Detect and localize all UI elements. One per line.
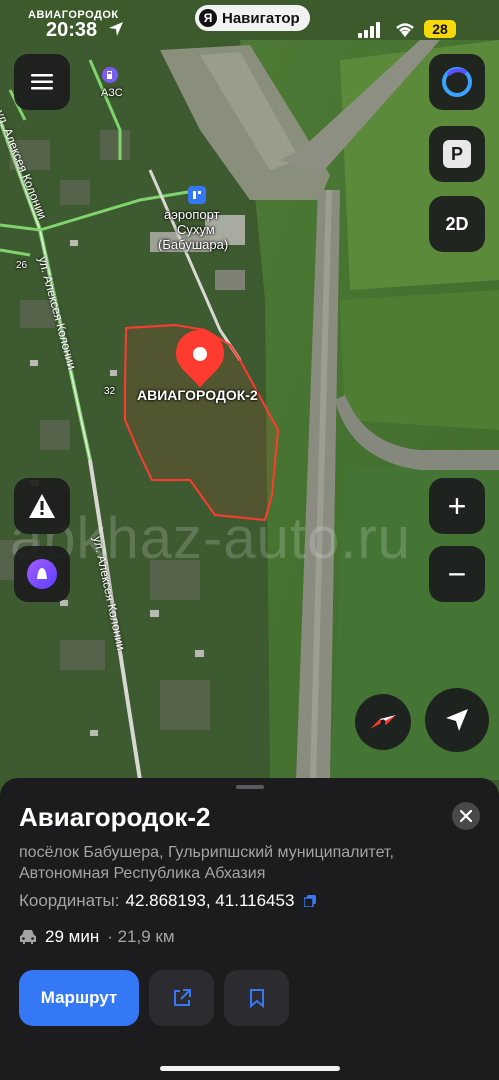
- alice-ring-icon: [442, 67, 472, 97]
- status-bar: АВИАГОРОДОК 20:38 Я Навигатор 28: [0, 0, 499, 50]
- coordinates-value[interactable]: 42.868193, 41.116453: [126, 891, 295, 911]
- yandex-logo-icon: Я: [199, 9, 217, 27]
- signal-icon: [358, 22, 380, 38]
- road-events-button[interactable]: [14, 478, 70, 534]
- alice-voice-button[interactable]: [14, 546, 70, 602]
- location-arrow-icon: [109, 22, 123, 36]
- wifi-icon: [396, 23, 414, 37]
- house-number: 26: [16, 260, 28, 271]
- close-button[interactable]: [452, 802, 480, 830]
- battery-indicator: 28: [424, 20, 456, 38]
- alice-assistant-button[interactable]: [429, 54, 485, 110]
- fuel-icon: [107, 71, 112, 79]
- airport-label-line2: Сухум: [177, 222, 215, 237]
- status-time: 20:38: [46, 19, 98, 41]
- minus-icon: −: [447, 556, 467, 592]
- my-location-button[interactable]: [425, 688, 489, 752]
- share-button[interactable]: [149, 970, 214, 1026]
- airport-icon: [193, 191, 201, 199]
- warning-triangle-icon: [29, 494, 55, 518]
- place-card-sheet[interactable]: Авиагородок-2 посёлок Бабушера, Гульрипш…: [0, 778, 499, 1080]
- zoom-in-button[interactable]: +: [429, 478, 485, 534]
- selected-place-label: АВИАГОРОДОК-2: [137, 387, 258, 403]
- house-number: 32: [104, 386, 116, 397]
- alice-icon: [27, 559, 57, 589]
- compass-button[interactable]: [355, 694, 411, 750]
- sheet-drag-handle[interactable]: [236, 785, 264, 789]
- selected-place-pin[interactable]: [174, 328, 226, 392]
- app-pill-label: Навигатор: [222, 9, 300, 27]
- airport-label-line1: аэропорт: [164, 207, 220, 222]
- eta-time: 29 мин: [45, 927, 100, 946]
- place-address: посёлок Бабушера, Гульрипшский муниципал…: [19, 844, 394, 882]
- view-mode-button[interactable]: 2D: [429, 196, 485, 252]
- home-indicator: [160, 1066, 340, 1071]
- eta-row: 29 мин · 21,9 км: [19, 927, 175, 947]
- car-icon: [20, 930, 36, 944]
- compass-icon: [370, 715, 396, 729]
- airport-poi[interactable]: [188, 186, 206, 204]
- share-external-icon: [173, 989, 191, 1006]
- back-to-app-pill[interactable]: Я Навигатор: [195, 5, 310, 31]
- copy-icon[interactable]: [304, 895, 317, 907]
- airport-label-line3: (Бабушара): [158, 237, 229, 252]
- zoom-out-button[interactable]: −: [429, 546, 485, 602]
- bookmark-icon: [249, 989, 264, 1008]
- parking-button[interactable]: P: [429, 126, 485, 182]
- gas-station-label: АЗС: [101, 87, 123, 99]
- hamburger-menu-icon: [31, 74, 53, 90]
- map-pin-icon: [176, 330, 224, 388]
- parking-icon: P: [443, 140, 471, 168]
- watermark: apkhaz-auto.ru: [10, 506, 411, 571]
- place-title: Авиагородок-2: [19, 802, 211, 832]
- coordinates-row: Координаты: 42.868193, 41.116453: [19, 891, 317, 911]
- bookmark-button[interactable]: [224, 970, 289, 1026]
- plus-icon: +: [447, 488, 467, 524]
- navigation-arrow-icon: [446, 709, 468, 731]
- coordinates-label: Координаты:: [19, 891, 120, 910]
- route-button[interactable]: Маршрут: [19, 970, 139, 1026]
- gas-station-poi[interactable]: [102, 67, 118, 83]
- close-icon: [460, 810, 472, 822]
- menu-button[interactable]: [14, 54, 70, 110]
- eta-distance: · 21,9 км: [107, 927, 175, 946]
